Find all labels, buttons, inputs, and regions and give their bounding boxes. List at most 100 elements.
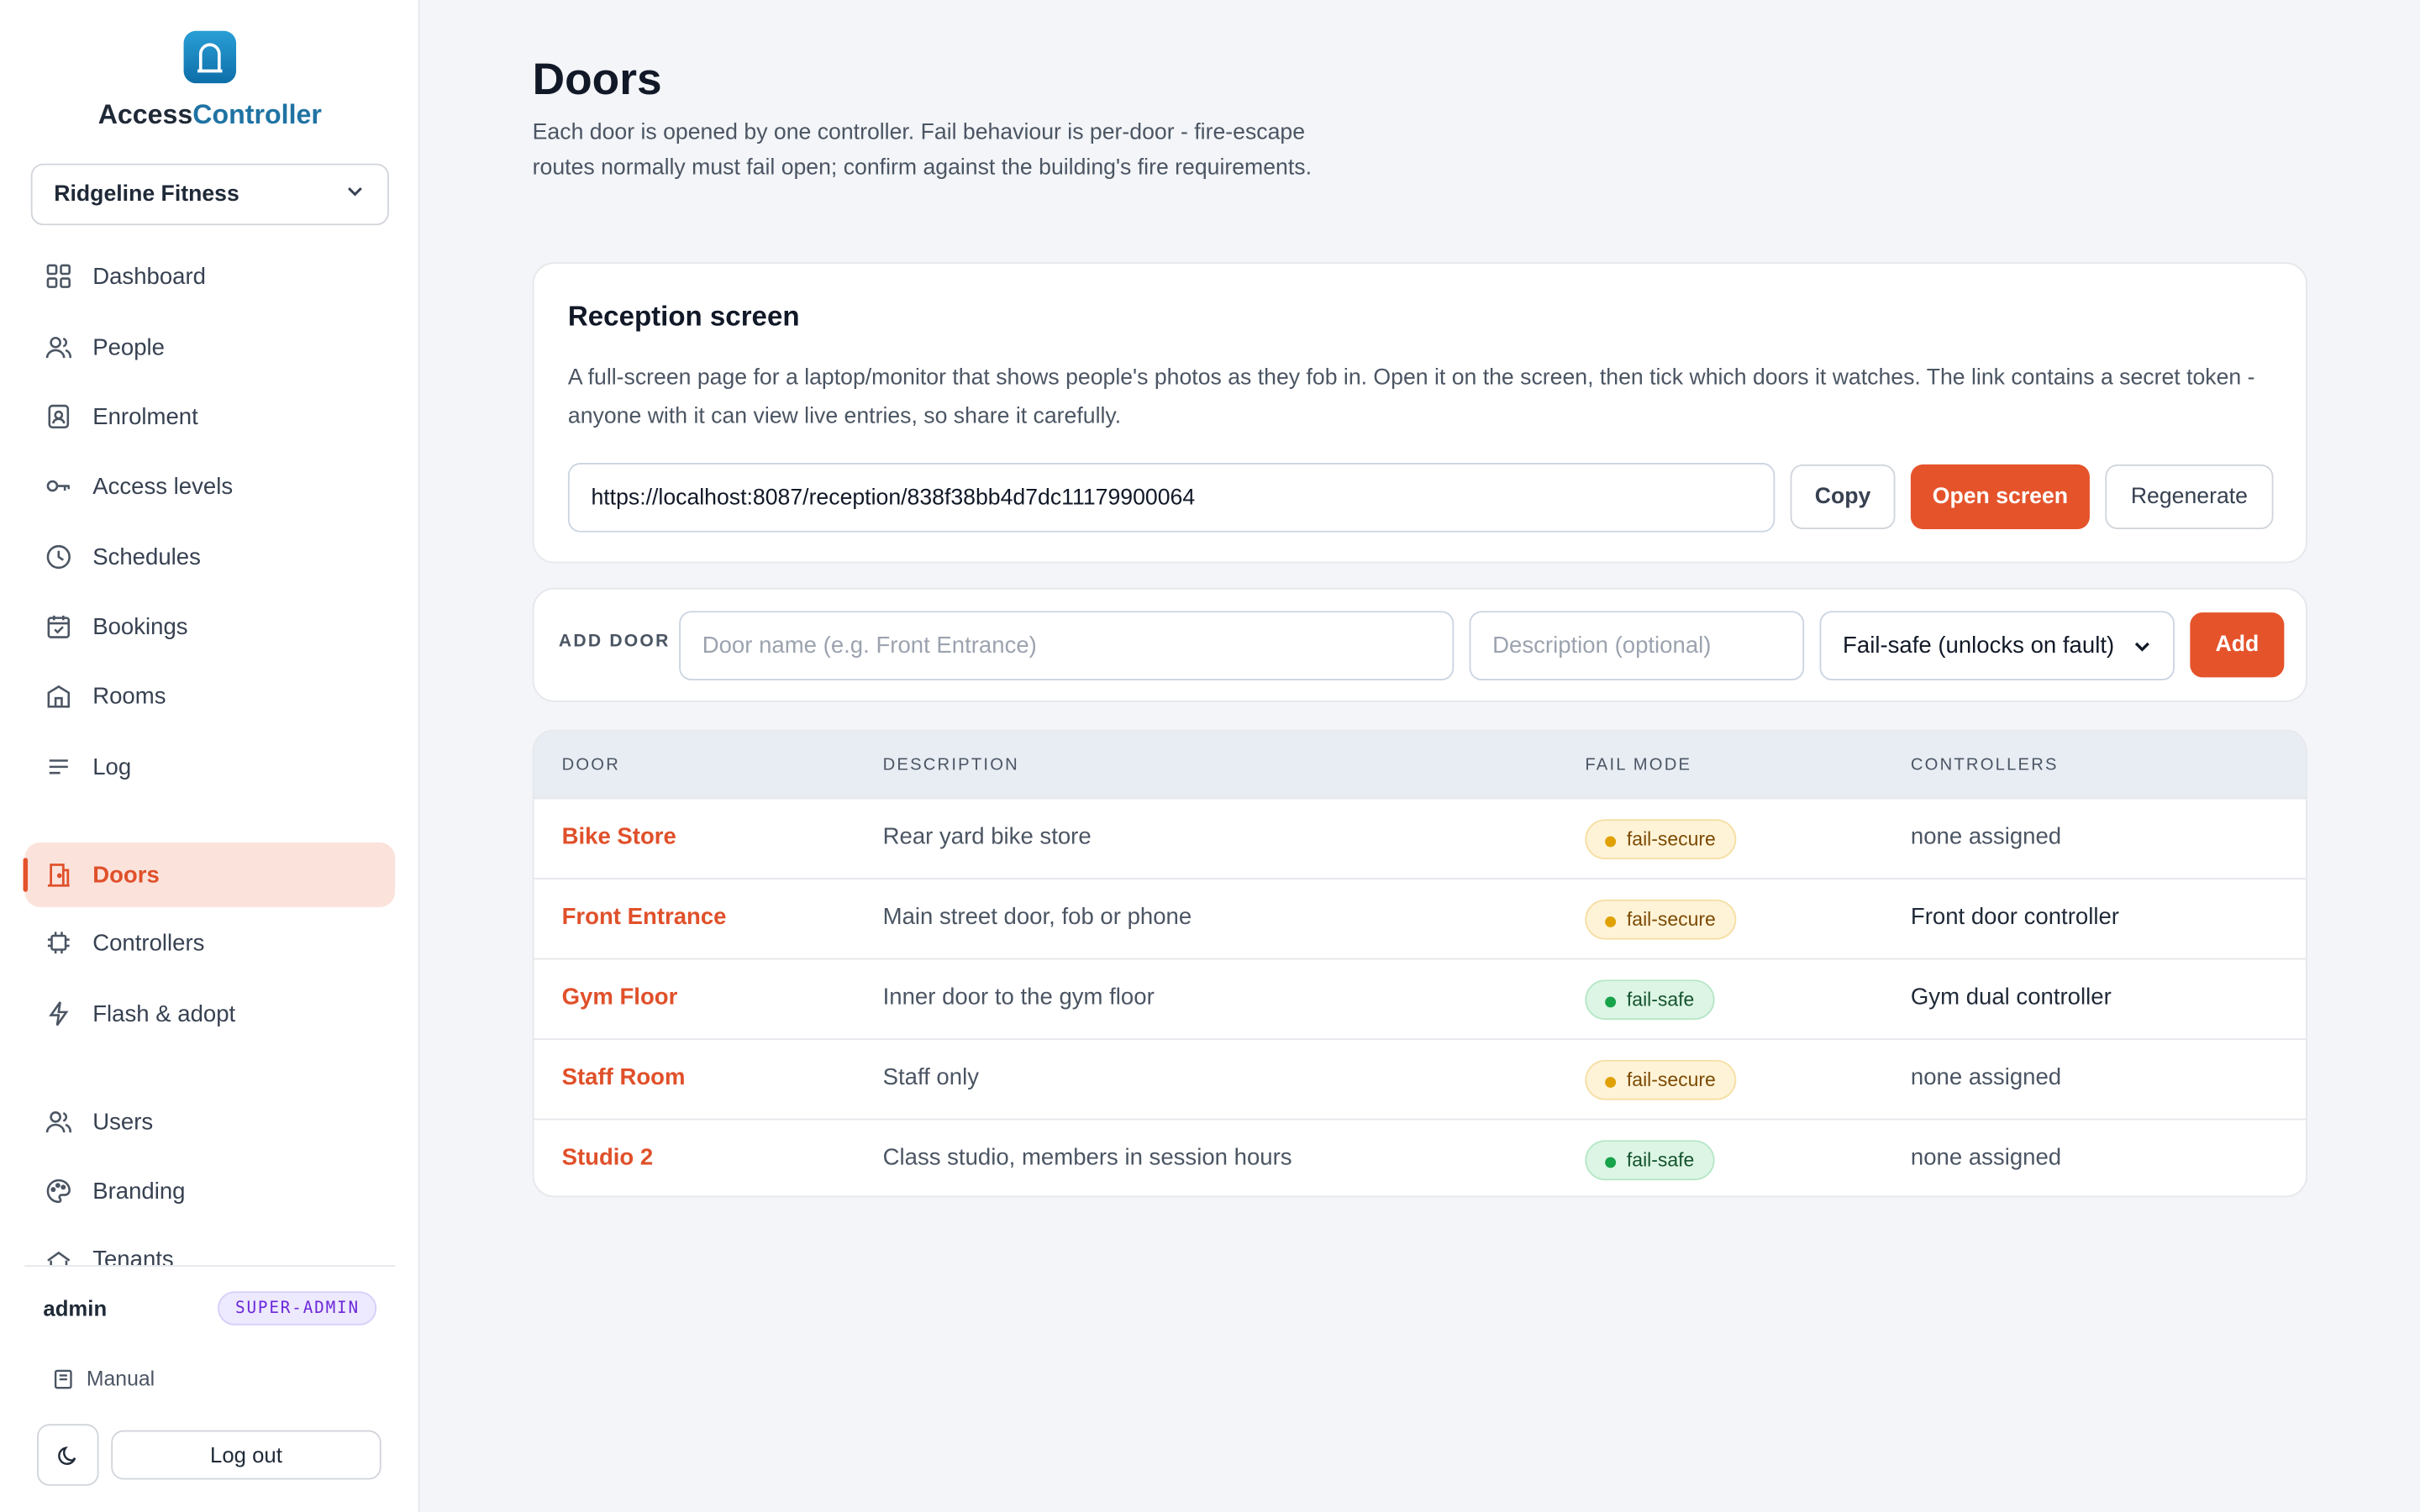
fail-mode-badge: fail-secure <box>1585 819 1736 860</box>
key-icon <box>43 470 74 501</box>
tenant-select[interactable]: Ridgeline Fitness <box>30 163 389 226</box>
nav-label: Doors <box>92 861 160 889</box>
add-door-label: ADD DOOR <box>558 633 671 652</box>
door-logo-icon <box>183 30 237 84</box>
door-description-input[interactable]: Description (optional) <box>1469 611 1805 681</box>
nav-label: People <box>92 333 166 360</box>
door-name-input[interactable]: Door name (e.g. Front Entrance) <box>679 611 1455 681</box>
sidebar: AccessController Ridgeline Fitness Dashb… <box>0 0 420 1512</box>
door-name-link[interactable]: Studio 2 <box>562 1145 654 1171</box>
fail-mode-badge: fail-secure <box>1585 899 1736 940</box>
nav-users[interactable]: Users <box>24 1089 395 1154</box>
user-name: admin <box>43 1295 108 1321</box>
door-description: Inner door to the gym floor <box>882 984 1155 1011</box>
user-row: admin SUPER-ADMIN <box>43 1290 377 1327</box>
chevron-down-icon <box>2133 637 2151 655</box>
building-icon <box>43 680 74 711</box>
door-controllers: none assigned <box>1910 1064 2062 1091</box>
add-door-card: ADD DOOR Door name (e.g. Front Entrance)… <box>532 587 2307 702</box>
chevron-down-icon <box>345 181 366 208</box>
app-name-prefix: Access <box>97 98 193 130</box>
table-header: DOOR DESCRIPTION FAIL MODE CONTROLLERS <box>534 731 2307 800</box>
table-row: Front Entrance Main street door, fob or … <box>534 879 2307 960</box>
nav-tenants[interactable]: Tenants <box>24 1228 395 1266</box>
reception-screen-card: Reception screen A full-screen page for … <box>532 262 2307 564</box>
door-icon <box>43 859 74 890</box>
column-header-fail-mode: FAIL MODE <box>1585 756 1692 775</box>
reception-description: A full-screen page for a laptop/monitor … <box>567 365 2255 429</box>
door-controllers: Gym dual controller <box>1910 984 2112 1011</box>
reception-url-field[interactable]: https://localhost:8087/reception/838f38b… <box>567 463 1776 533</box>
nav-label: Dashboard <box>92 263 207 290</box>
sidebar-divider <box>24 1265 396 1267</box>
manual-label: Manual <box>86 1367 155 1390</box>
reception-title: Reception screen <box>567 301 800 332</box>
door-description: Main street door, fob or phone <box>882 904 1192 931</box>
door-name-link[interactable]: Front Entrance <box>562 904 727 930</box>
table-row: Staff Room Staff only fail-secure none a… <box>534 1040 2307 1121</box>
nav-label: Users <box>92 1108 154 1135</box>
nav-label: Log <box>92 753 132 780</box>
id-badge-icon <box>43 402 74 433</box>
clock-icon <box>43 542 74 573</box>
fail-mode-value: Fail-safe (unlocks on fault) <box>1843 633 2115 659</box>
table-row: Gym Floor Inner door to the gym floor fa… <box>534 959 2307 1040</box>
column-header-controllers: CONTROLLERS <box>1910 756 2059 775</box>
fail-mode-badge: fail-safe <box>1585 979 1715 1021</box>
tenant-name: Ridgeline Fitness <box>54 181 239 207</box>
door-description: Class studio, members in session hours <box>882 1144 1292 1172</box>
nav-label: Branding <box>92 1178 186 1205</box>
nav-label: Flash & adopt <box>92 1000 236 1027</box>
manual-link[interactable]: Manual <box>52 1367 155 1390</box>
nav-schedules[interactable]: Schedules <box>24 524 395 589</box>
nav-label: Access levels <box>92 472 234 500</box>
open-screen-button[interactable]: Open screen <box>1910 464 2090 530</box>
door-name-link[interactable]: Staff Room <box>562 1064 686 1090</box>
nav-enrolment[interactable]: Enrolment <box>24 384 395 449</box>
logout-button[interactable]: Log out <box>111 1430 381 1480</box>
nav-label: Tenants <box>92 1247 174 1266</box>
nav-log[interactable]: Log <box>24 734 395 799</box>
moon-icon <box>57 1444 79 1466</box>
column-header-door: DOOR <box>561 756 621 775</box>
app-name: AccessController <box>0 99 420 132</box>
list-icon <box>43 751 74 782</box>
tenants-icon <box>43 1247 74 1266</box>
door-controllers: none assigned <box>1910 823 2062 851</box>
grid-icon <box>43 260 74 291</box>
table-row: Bike Store Rear yard bike store fail-sec… <box>534 799 2307 879</box>
page-description: Each door is opened by one controller. F… <box>532 120 1312 181</box>
page-title: Doors <box>532 55 662 105</box>
theme-toggle-button[interactable] <box>37 1424 99 1486</box>
palette-icon <box>43 1176 74 1207</box>
copy-button[interactable]: Copy <box>1790 464 1896 530</box>
door-name-link[interactable]: Bike Store <box>562 824 676 850</box>
nav-label: Enrolment <box>92 403 198 430</box>
calendar-icon <box>43 611 74 642</box>
nav-doors[interactable]: Doors <box>23 842 396 908</box>
nav-label: Bookings <box>92 613 188 640</box>
add-door-button[interactable]: Add <box>2190 612 2285 678</box>
column-header-description: DESCRIPTION <box>882 756 1019 775</box>
nav-bookings[interactable]: Bookings <box>24 594 395 659</box>
fail-mode-select[interactable]: Fail-safe (unlocks on fault) <box>1819 611 2175 681</box>
nav-access-levels[interactable]: Access levels <box>24 454 395 518</box>
fail-mode-badge: fail-safe <box>1585 1140 1715 1181</box>
nav-people[interactable]: People <box>24 315 395 380</box>
lightning-icon <box>43 998 74 1029</box>
nav-branding[interactable]: Branding <box>24 1158 395 1223</box>
door-name-link[interactable]: Gym Floor <box>562 984 678 1011</box>
nav-rooms[interactable]: Rooms <box>24 664 395 728</box>
door-controllers: Front door controller <box>1910 904 2119 931</box>
door-description: Rear yard bike store <box>882 823 1092 851</box>
nav-flash-adopt[interactable]: Flash & adopt <box>24 981 395 1046</box>
door-description: Staff only <box>882 1064 979 1091</box>
users-icon <box>43 332 74 363</box>
regenerate-button[interactable]: Regenerate <box>2105 464 2274 530</box>
nav-dashboard[interactable]: Dashboard <box>24 244 395 308</box>
nav-controllers[interactable]: Controllers <box>24 911 395 975</box>
users-icon <box>43 1106 74 1137</box>
nav-label: Schedules <box>92 543 201 570</box>
nav-label: Rooms <box>92 682 166 709</box>
fail-mode-badge: fail-secure <box>1585 1059 1736 1100</box>
